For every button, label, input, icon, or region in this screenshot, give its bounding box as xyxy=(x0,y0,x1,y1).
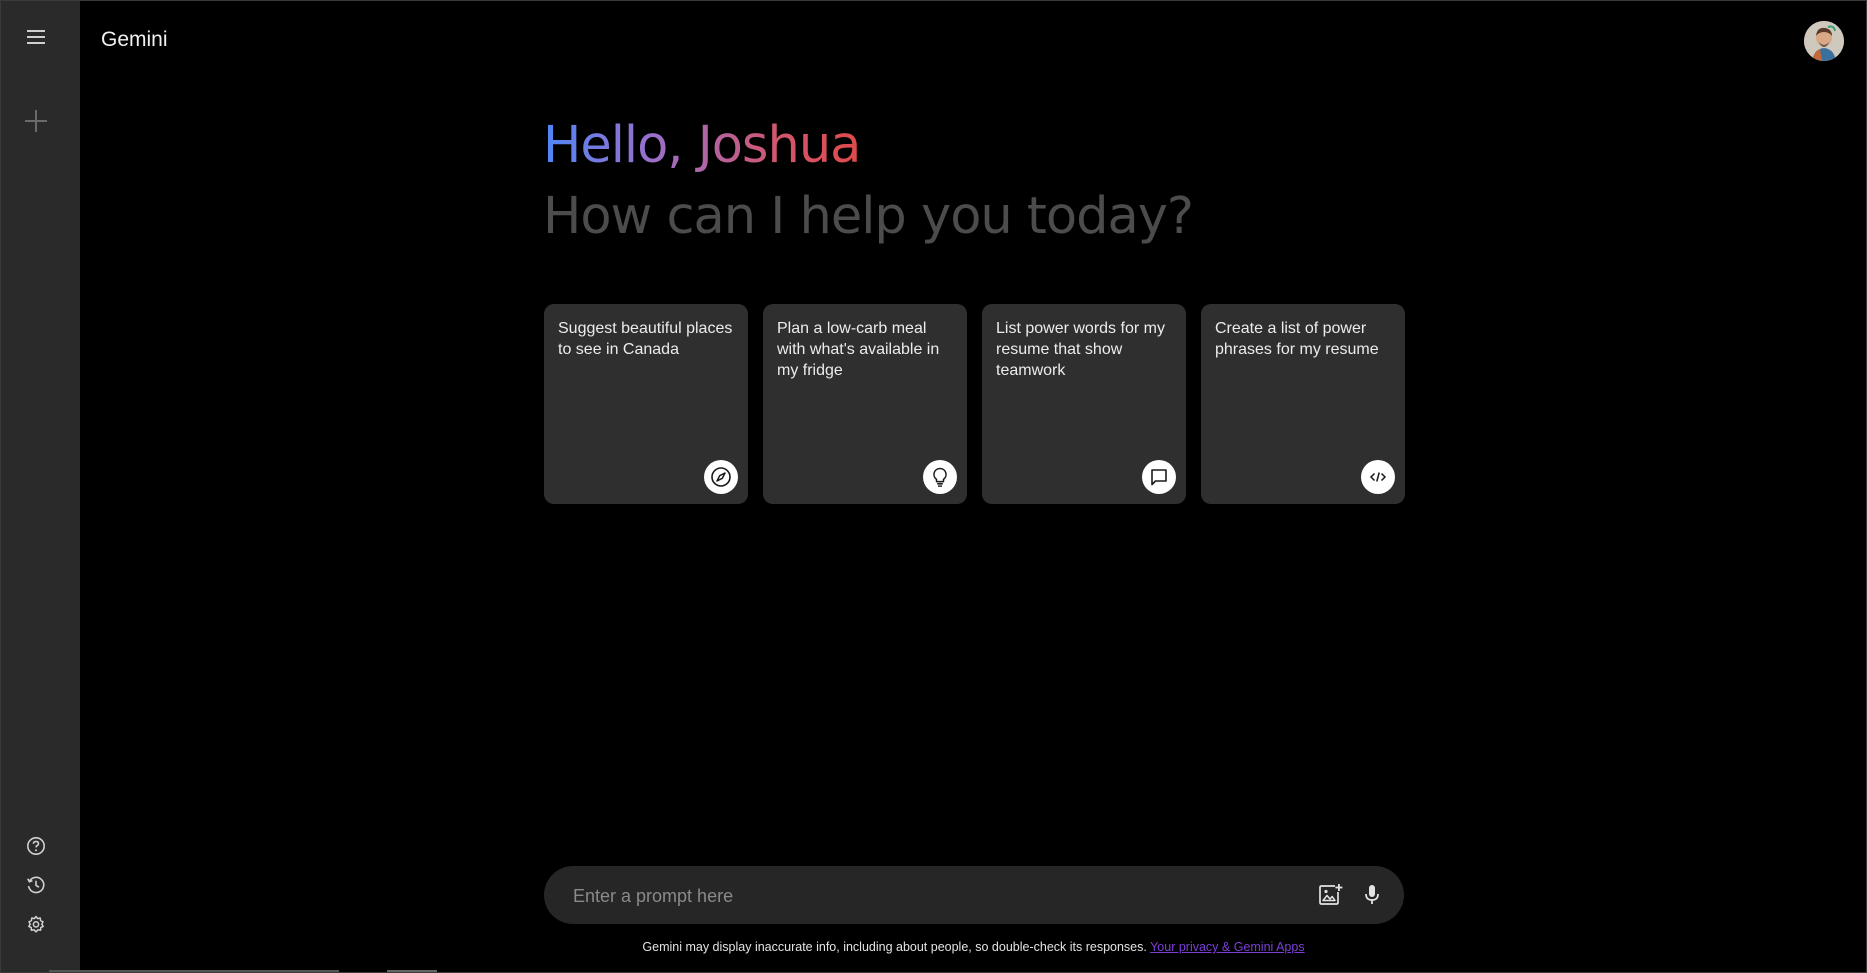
suggestion-card[interactable]: Plan a low-carb meal with what's availab… xyxy=(763,304,967,504)
activity-button[interactable] xyxy=(20,869,52,901)
new-chat-button[interactable] xyxy=(20,105,52,137)
disclaimer-text: Gemini may display inaccurate info, incl… xyxy=(642,940,1151,954)
app-brand: Gemini xyxy=(101,28,168,51)
microphone-icon xyxy=(1365,885,1379,904)
suggestion-card[interactable]: List power words for my resume that show… xyxy=(982,304,1186,504)
code-icon xyxy=(1369,472,1387,482)
disclaimer: Gemini may display inaccurate info, incl… xyxy=(1,940,1867,954)
scrollbar-track xyxy=(49,970,339,972)
settings-button[interactable] xyxy=(20,909,52,941)
scrollbar-thumb[interactable] xyxy=(387,970,437,972)
history-icon xyxy=(27,876,45,894)
suggestion-card-text: Plan a low-carb meal with what's availab… xyxy=(777,320,940,379)
suggestion-card-text: List power words for my resume that show… xyxy=(996,320,1165,379)
suggestion-cards: Suggest beautiful places to see in Canad… xyxy=(544,304,1405,504)
voice-input-button[interactable] xyxy=(1358,881,1386,909)
main-menu-button[interactable] xyxy=(20,21,52,53)
suggestion-card-icon-badge xyxy=(923,460,957,494)
greeting-title: Hello, Joshua xyxy=(543,115,861,177)
suggestion-card-icon-badge xyxy=(1142,460,1176,494)
prompt-bar xyxy=(544,866,1404,926)
greeting-hello: Hello, Joshua xyxy=(543,116,861,175)
compass-icon xyxy=(711,467,731,487)
lightbulb-icon xyxy=(933,467,947,487)
suggestion-card[interactable]: Create a list of power phrases for my re… xyxy=(1201,304,1405,504)
sidebar xyxy=(1,1,80,972)
suggestion-card[interactable]: Suggest beautiful places to see in Canad… xyxy=(544,304,748,504)
suggestion-card-icon-badge xyxy=(1361,460,1395,494)
suggestion-card-text: Create a list of power phrases for my re… xyxy=(1215,320,1379,358)
greeting-subtitle: How can I help you today? xyxy=(543,187,1194,246)
gear-icon xyxy=(28,915,44,933)
plus-icon xyxy=(25,110,47,132)
prompt-input[interactable] xyxy=(571,866,1275,926)
user-avatar-icon xyxy=(1804,21,1844,61)
suggestion-card-text: Suggest beautiful places to see in Canad… xyxy=(558,320,733,358)
hamburger-menu-icon xyxy=(27,30,45,44)
add-image-icon xyxy=(1319,884,1343,905)
app-window: Gemini Hello, Joshua How can I help you … xyxy=(0,0,1867,973)
avatar[interactable] xyxy=(1804,21,1844,61)
help-circle-icon xyxy=(27,837,45,855)
help-button[interactable] xyxy=(20,830,52,862)
privacy-link[interactable]: Your privacy & Gemini Apps xyxy=(1150,940,1304,954)
suggestion-card-icon-badge xyxy=(704,460,738,494)
upload-image-button[interactable] xyxy=(1316,881,1344,909)
chat-bubble-icon xyxy=(1151,469,1167,486)
